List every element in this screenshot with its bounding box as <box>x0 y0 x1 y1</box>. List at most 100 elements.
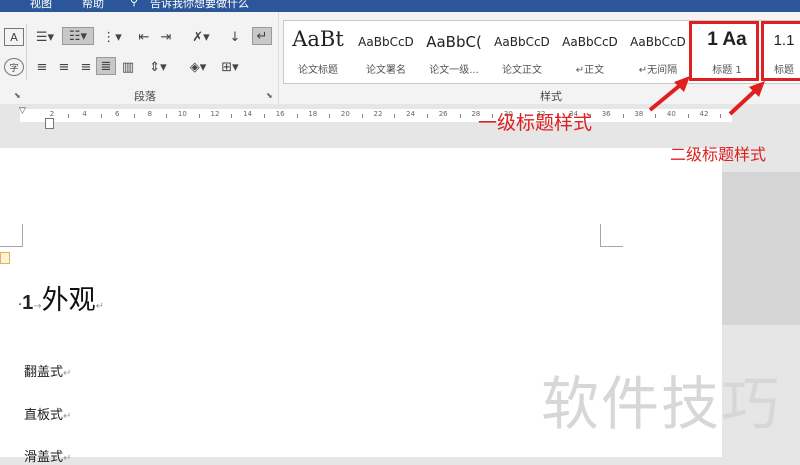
annotation-arrow-level2 <box>728 81 765 116</box>
font-launcher-icon[interactable]: ⬊ <box>14 91 21 100</box>
align-left-button[interactable]: ≡ <box>32 58 52 76</box>
menu-help[interactable]: 帮助 <box>82 0 104 11</box>
title-bar: 视图 帮助 ⚲ 告诉我你想要做什么 <box>0 0 800 12</box>
ruler-tick-mark <box>361 114 363 118</box>
annotation-level1: 一级标题样式 <box>478 112 593 134</box>
ruler-tick-mark <box>198 114 200 118</box>
heading-text: 外观 <box>41 285 96 316</box>
menu-view[interactable]: 视图 <box>30 0 52 11</box>
style-name: 论文标题 <box>298 65 338 76</box>
page-gap <box>722 172 800 325</box>
style-preview: AaBbCcD <box>562 35 618 49</box>
ruler-tick-mark <box>426 114 428 118</box>
ruler-tick-label: 42 <box>699 110 709 118</box>
style-preview: AaBbCcD <box>358 35 414 49</box>
decrease-indent-button[interactable]: ⇤ <box>134 28 154 46</box>
ruler-tick-mark <box>100 114 102 118</box>
ruler-tick-label: 6 <box>114 110 120 118</box>
chinese-layout-button[interactable]: ✗▾ <box>186 28 216 46</box>
align-right-button[interactable]: ≡ <box>76 58 96 76</box>
heading-1-line[interactable]: ·1→外观↵ <box>18 278 104 317</box>
paragraph-line[interactable]: 滑盖式↵ <box>24 446 71 465</box>
search-icon[interactable]: ⚲ <box>130 0 138 8</box>
tell-me-box[interactable]: 告诉我你想要做什么 <box>150 0 249 11</box>
style-thesis-level1[interactable]: AaBbC( 论文一级... <box>420 21 488 83</box>
ruler-tick-label: 12 <box>210 110 220 118</box>
heading2-highlight-box <box>761 21 800 81</box>
ruler-tick-mark <box>394 114 396 118</box>
ruler-tick-label: 24 <box>406 110 416 118</box>
ruler-tick-label: 36 <box>601 110 611 118</box>
ruler-tick-label: 10 <box>177 110 187 118</box>
ruler-tick-mark <box>231 114 233 118</box>
line-spacing-button[interactable]: ⇕▾ <box>144 58 172 76</box>
anchor-icon <box>0 252 10 264</box>
paragraph-line[interactable]: 直板式↵ <box>24 404 71 423</box>
ruler-tick-mark <box>296 114 298 118</box>
style-name: ↵正文 <box>575 65 605 76</box>
style-preview: AaBbC( <box>426 33 482 51</box>
multilevel-list-button[interactable]: ⋮▾ <box>98 28 126 46</box>
distribute-button[interactable]: ▥ <box>118 58 138 76</box>
style-name: 论文正文 <box>502 65 542 76</box>
style-preview: AaBt <box>292 27 344 51</box>
ruler-tick-label: 4 <box>82 110 87 118</box>
ruler-tick-label: 18 <box>308 110 318 118</box>
ruler-tick-mark <box>133 114 135 118</box>
ruler-tick-mark <box>68 114 70 118</box>
shading-button[interactable]: ◈▾ <box>184 58 212 76</box>
paragraph-line[interactable]: 翻盖式↵ <box>24 361 71 380</box>
style-thesis-title[interactable]: AaBt 论文标题 <box>284 21 352 83</box>
style-preview: AaBbCcD <box>494 35 550 49</box>
heading-number: 1 <box>22 292 34 314</box>
ruler-tick-label: 2 <box>49 110 55 118</box>
ruler-tick-mark <box>459 114 461 118</box>
show-marks-button[interactable]: ↵ <box>252 27 272 45</box>
annotation-arrow-level1 <box>648 76 690 112</box>
hanging-indent-marker[interactable] <box>45 118 54 129</box>
style-thesis-body[interactable]: AaBbCcD 论文正文 <box>488 21 556 83</box>
sort-button[interactable]: ↓ <box>224 28 246 46</box>
style-preview: AaBbCcD <box>630 35 686 49</box>
style-name: 论文署名 <box>366 65 406 76</box>
paragraph-text: 直板式 <box>24 408 64 423</box>
ruler-tick-label: 20 <box>340 110 350 118</box>
ruler-tick-mark <box>263 114 265 118</box>
align-center-button[interactable]: ≡ <box>54 58 74 76</box>
ruler-tick-label: 26 <box>438 110 448 118</box>
tab-arrow: → <box>33 301 42 312</box>
increase-indent-button[interactable]: ⇥ <box>156 28 176 46</box>
paragraph-text: 滑盖式 <box>24 450 64 465</box>
paragraph-mark: ↵ <box>63 411 72 422</box>
justify-button[interactable]: ≣ <box>96 57 116 75</box>
margin-mark-left <box>0 224 23 247</box>
ruler-tick-label: 16 <box>275 110 285 118</box>
text-box-icon[interactable]: A <box>4 28 24 46</box>
paragraph-group: A ☰▾ ☷▾ ⋮▾ ⇤ ⇥ ✗▾ ↓ ↵ 字 ≡ ≡ ≡ ≣ ▥ ⇕▾ ◈▾ … <box>0 12 279 104</box>
borders-button[interactable]: ⊞▾ <box>216 58 244 76</box>
phonetic-icon[interactable]: 字 <box>4 58 24 76</box>
ruler-tick-mark <box>166 114 168 118</box>
ruler-tick-label: 22 <box>373 110 383 118</box>
first-line-indent-marker[interactable]: ▽ <box>19 106 26 116</box>
paragraph-group-label: 段落 <box>134 90 156 103</box>
divider <box>26 24 27 80</box>
ruler-tick-mark <box>622 114 624 118</box>
paragraph-text: 翻盖式 <box>24 365 64 380</box>
style-name: 论文一级... <box>429 65 479 76</box>
watermark-text: 软件技巧 <box>541 370 782 438</box>
paragraph-mark: ↵ <box>63 453 72 464</box>
ruler-tick-label: 14 <box>243 110 253 118</box>
styles-group-label: 样式 <box>540 90 562 103</box>
style-thesis-author[interactable]: AaBbCcD 论文署名 <box>352 21 420 83</box>
paragraph-mark: ↵ <box>95 301 105 312</box>
ruler-tick-label: 8 <box>147 110 153 118</box>
paragraph-mark: ↵ <box>63 368 72 379</box>
margin-mark-right <box>600 224 623 247</box>
paragraph-launcher-icon[interactable]: ⬊ <box>266 91 273 100</box>
style-normal[interactable]: AaBbCcD ↵正文 <box>556 21 624 83</box>
numbering-button[interactable]: ☷▾ <box>62 27 94 45</box>
ruler-tick-mark <box>329 114 331 118</box>
bullets-button[interactable]: ☰▾ <box>32 28 58 46</box>
annotation-level2: 二级标题样式 <box>670 145 767 164</box>
